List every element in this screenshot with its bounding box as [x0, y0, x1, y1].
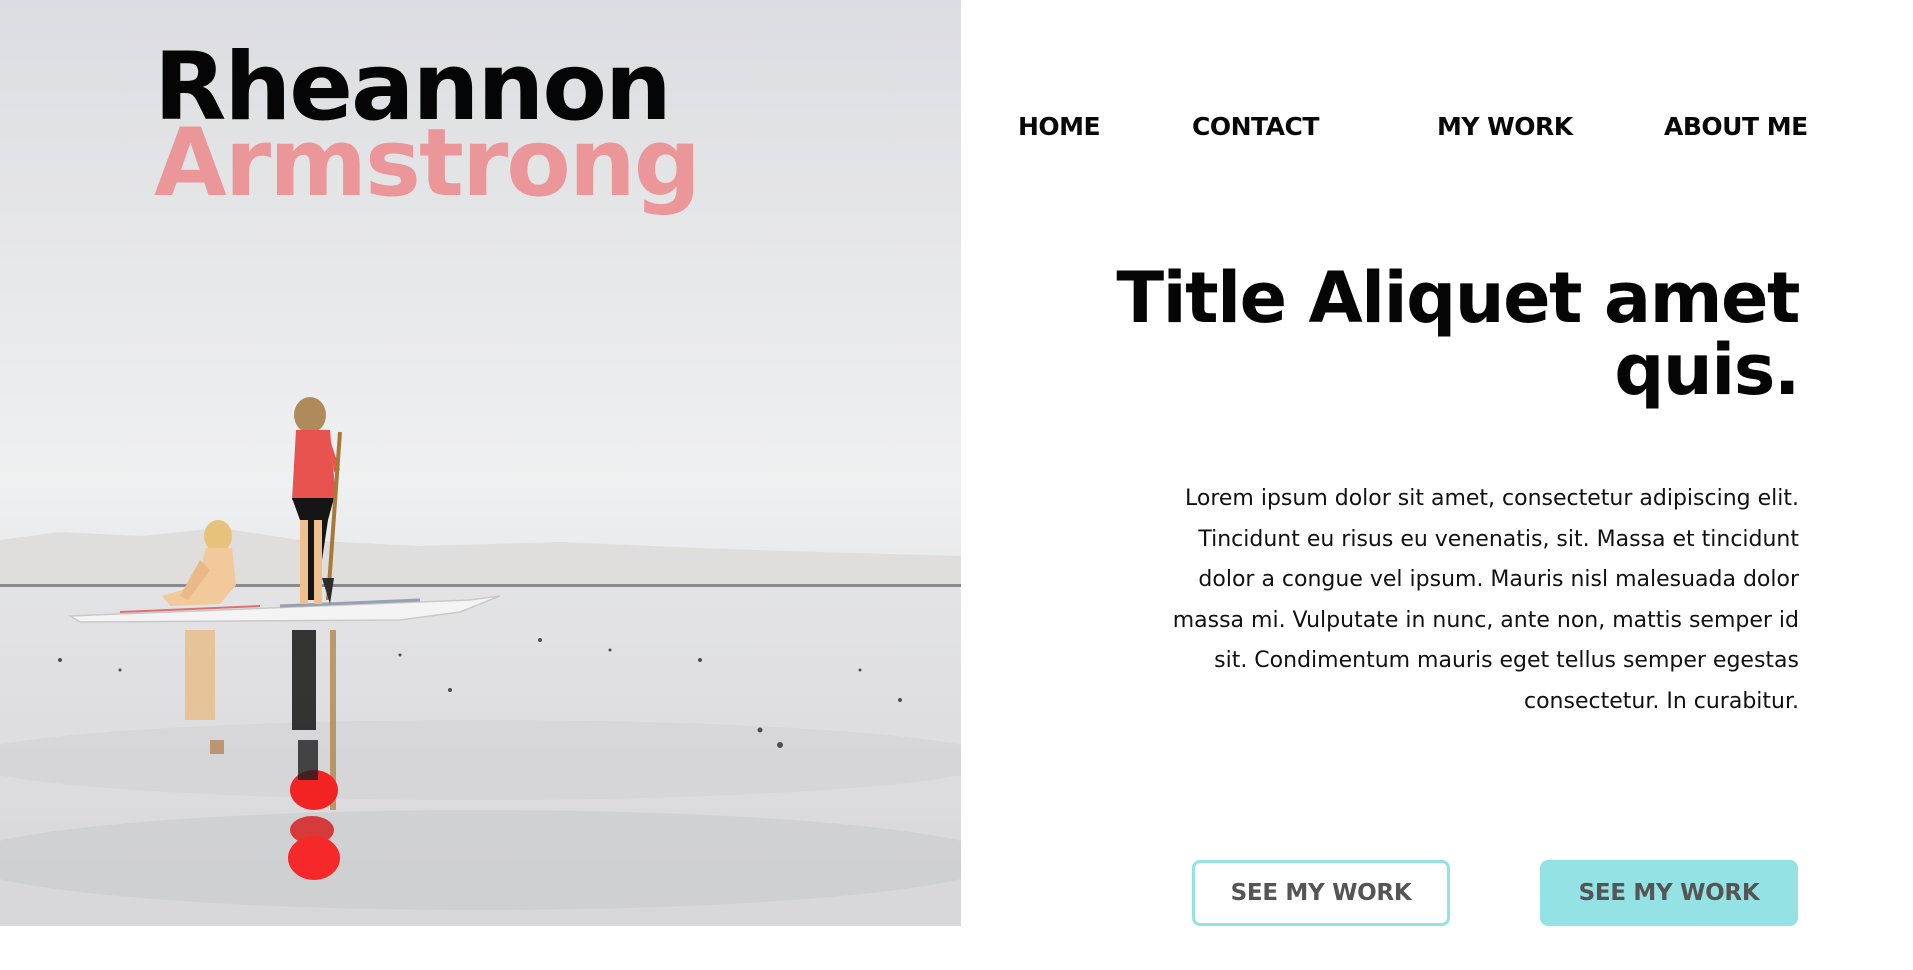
main-nav: HOME CONTACT MY WORK ABOUT ME [0, 112, 1913, 146]
nav-item-home[interactable]: HOME [1018, 112, 1101, 141]
page-title: Title Aliquet amet quis. [1116, 257, 1800, 411]
see-my-work-filled-button[interactable]: SEE MY WORK [1540, 860, 1798, 926]
nav-item-about-me[interactable]: ABOUT ME [1664, 112, 1808, 141]
nav-item-contact[interactable]: CONTACT [1192, 112, 1319, 141]
body-paragraph: Lorem ipsum dolor sit amet, consectetur … [1172, 486, 1799, 714]
see-my-work-outline-button[interactable]: SEE MY WORK [1192, 860, 1450, 926]
nav-item-my-work[interactable]: MY WORK [1437, 112, 1573, 141]
